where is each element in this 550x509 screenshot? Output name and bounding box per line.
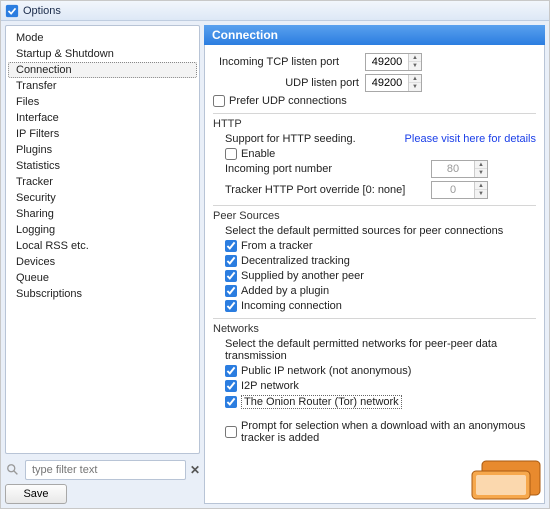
sidebar-item-connection[interactable]: Connection [8,62,197,78]
sidebar-item-mode[interactable]: Mode [8,30,197,46]
chevron-up-icon[interactable]: ▲ [475,182,487,190]
sidebar-item-files[interactable]: Files [8,94,197,110]
peers-group-title: Peer Sources [213,210,536,222]
chevron-up-icon[interactable]: ▲ [475,161,487,169]
http-override-label: Tracker HTTP Port override [0: none] [225,184,425,196]
networks-desc: Select the default permitted networks fo… [225,338,536,362]
http-group-title: HTTP [213,118,536,130]
clear-filter-icon[interactable]: ✕ [190,463,200,477]
peer-source-checkbox[interactable]: Supplied by another peer [225,270,536,282]
chevron-up-icon[interactable]: ▲ [409,75,421,83]
tcp-port-label: Incoming TCP listen port [219,56,359,68]
options-window: Options ModeStartup & ShutdownConnection… [0,0,550,509]
sidebar-item-subscriptions[interactable]: Subscriptions [8,286,197,302]
network-checkbox[interactable]: I2P network [225,380,536,392]
sidebar-item-sharing[interactable]: Sharing [8,206,197,222]
peers-desc: Select the default permitted sources for… [225,225,536,237]
http-details-link[interactable]: Please visit here for details [405,133,536,145]
tcp-port-spinner[interactable]: ▲▼ [365,53,422,71]
sidebar-item-queue[interactable]: Queue [8,270,197,286]
sidebar-item-startup-shutdown[interactable]: Startup & Shutdown [8,46,197,62]
http-override-spinner[interactable]: ▲▼ [431,181,488,199]
sidebar-item-devices[interactable]: Devices [8,254,197,270]
titlebar: Options [1,1,549,21]
save-button[interactable]: Save [5,484,67,504]
chevron-down-icon[interactable]: ▼ [409,62,421,70]
sidebar-item-plugins[interactable]: Plugins [8,142,197,158]
prompt-checkbox[interactable]: Prompt for selection when a download wit… [225,420,536,444]
sidebar-item-ip-filters[interactable]: IP Filters [8,126,197,142]
http-enable-checkbox[interactable]: Enable [225,148,536,160]
page-title: Connection [204,25,545,45]
peer-source-checkbox[interactable]: Added by a plugin [225,285,536,297]
sidebar-item-transfer[interactable]: Transfer [8,78,197,94]
udp-port-spinner[interactable]: ▲▼ [365,74,422,92]
network-checkbox[interactable]: Public IP network (not anonymous) [225,365,536,377]
sidebar-item-interface[interactable]: Interface [8,110,197,126]
sidebar-item-logging[interactable]: Logging [8,222,197,238]
sidebar-item-tracker[interactable]: Tracker [8,174,197,190]
peer-source-checkbox[interactable]: Decentralized tracking [225,255,536,267]
peer-source-checkbox[interactable]: Incoming connection [225,300,536,312]
sidebar-item-security[interactable]: Security [8,190,197,206]
sidebar-item-statistics[interactable]: Statistics [8,158,197,174]
chevron-up-icon[interactable]: ▲ [409,54,421,62]
chevron-down-icon[interactable]: ▼ [475,190,487,198]
prefer-udp-checkbox[interactable]: Prefer UDP connections [213,95,536,107]
sidebar-item-local-rss-etc-[interactable]: Local RSS etc. [8,238,197,254]
http-port-spinner[interactable]: ▲▼ [431,160,488,178]
networks-group-title: Networks [213,323,536,335]
http-support-label: Support for HTTP seeding. [225,133,356,145]
content-pane: Connection Incoming TCP listen port ▲▼ U… [204,25,545,504]
filter-input[interactable] [25,460,186,480]
network-checkbox[interactable]: The Onion Router (Tor) network [225,395,536,409]
sidebar: ModeStartup & ShutdownConnectionTransfer… [5,25,200,504]
udp-port-label: UDP listen port [219,77,359,89]
search-icon [5,462,21,478]
peer-source-checkbox[interactable]: From a tracker [225,240,536,252]
window-title: Options [23,5,61,17]
chevron-down-icon[interactable]: ▼ [409,83,421,91]
http-port-label: Incoming port number [225,163,425,175]
nav-tree: ModeStartup & ShutdownConnectionTransfer… [5,25,200,454]
chevron-down-icon[interactable]: ▼ [475,169,487,177]
app-icon [5,4,19,18]
